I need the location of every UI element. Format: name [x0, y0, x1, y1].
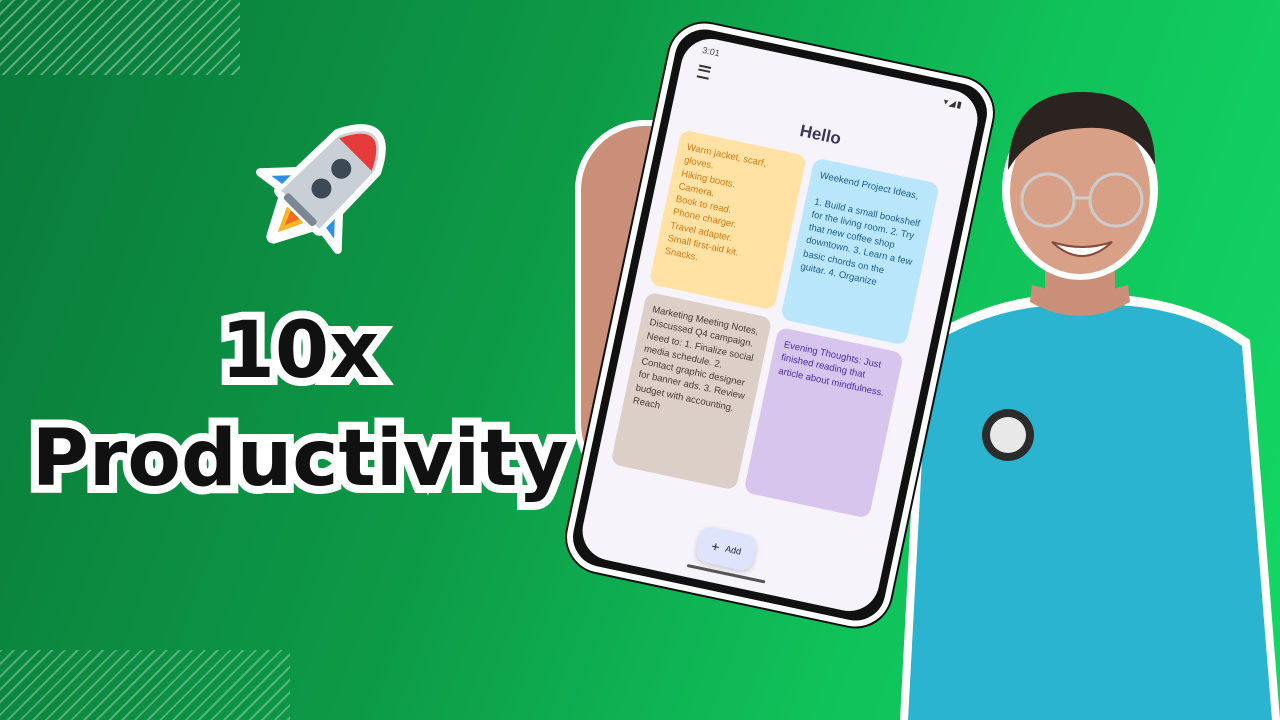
add-button[interactable]: + Add — [694, 525, 759, 573]
note-card[interactable]: Evening Thoughts: Just finished reading … — [743, 326, 904, 519]
status-icons: ▾◢▮ — [942, 96, 964, 111]
menu-icon[interactable] — [696, 64, 712, 80]
note-card[interactable]: Weekend Project Ideas, 1. Build a small … — [780, 157, 940, 346]
headline-line-2: Productivity Productivity — [24, 412, 577, 506]
headline-line-1: 10x 10x — [213, 304, 388, 398]
add-button-label: Add — [724, 543, 743, 557]
plus-icon: + — [709, 537, 722, 556]
decorative-stripes-top — [0, 0, 240, 75]
rocket-icon — [255, 124, 386, 255]
decorative-stripes-bottom — [0, 650, 290, 720]
status-time: 3:01 — [701, 44, 721, 59]
note-card[interactable]: Marketing Meeting Notes, Discussed Q4 ca… — [610, 291, 773, 491]
note-card[interactable]: Warm jacket, scarf, gloves. Hiking boots… — [648, 129, 807, 311]
